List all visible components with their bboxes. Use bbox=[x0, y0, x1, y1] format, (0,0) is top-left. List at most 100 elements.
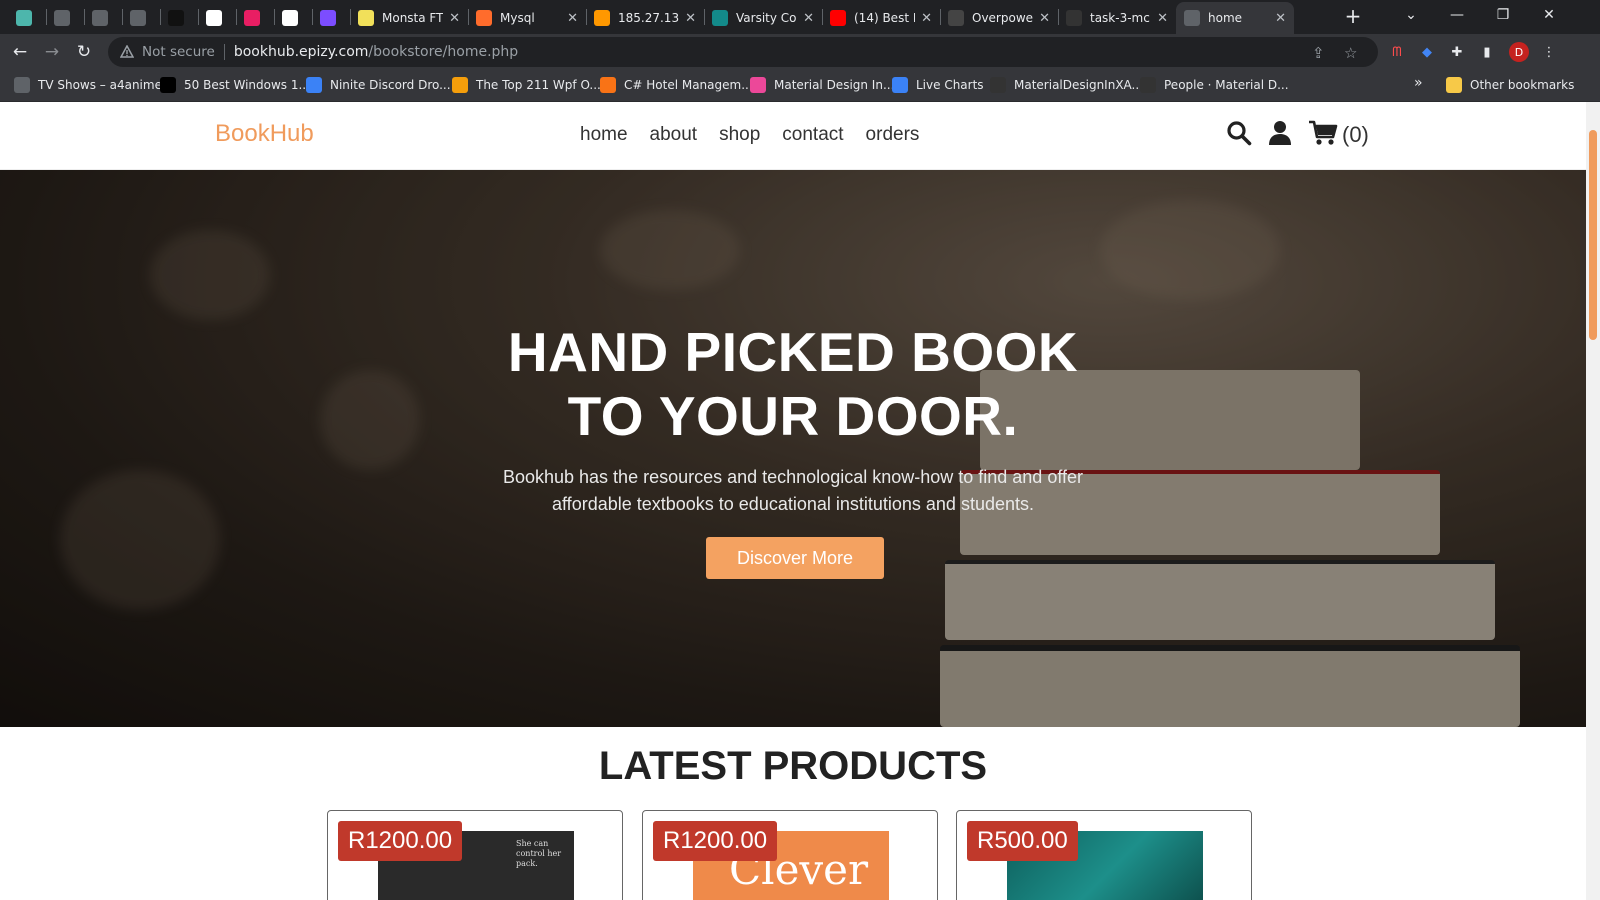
product-card[interactable]: R500.00 bbox=[956, 810, 1252, 900]
browser-tab[interactable] bbox=[312, 2, 350, 34]
side-panel-icon[interactable]: ▮ bbox=[1476, 41, 1498, 63]
close-window-button[interactable]: ✕ bbox=[1526, 0, 1572, 30]
bookmark-label: 50 Best Windows 1... bbox=[184, 78, 310, 92]
product-card[interactable]: She can control her pack. R1200.00 bbox=[327, 810, 623, 900]
close-tab-icon[interactable]: ✕ bbox=[1039, 11, 1050, 26]
scrollbar-thumb[interactable] bbox=[1589, 130, 1597, 340]
nav-about[interactable]: about bbox=[650, 124, 698, 146]
close-tab-icon[interactable]: ✕ bbox=[567, 11, 578, 26]
page-scrollbar[interactable] bbox=[1586, 102, 1600, 900]
minimize-button[interactable]: — bbox=[1434, 0, 1480, 30]
puzzle-extensions-icon[interactable]: ✚ bbox=[1446, 41, 1468, 63]
nav-orders[interactable]: orders bbox=[866, 124, 920, 146]
bookmark-label: C# Hotel Managem... bbox=[624, 78, 753, 92]
bookmark-item[interactable]: Ninite Discord Dro... bbox=[306, 77, 451, 93]
back-button[interactable]: ← bbox=[8, 40, 32, 64]
new-tab-button[interactable]: + bbox=[1340, 4, 1366, 28]
menu-kebab-icon[interactable]: ⋮ bbox=[1538, 41, 1560, 63]
price-badge: R1200.00 bbox=[338, 821, 463, 861]
forward-button[interactable]: → bbox=[40, 40, 64, 64]
browser-tab[interactable] bbox=[8, 2, 46, 34]
browser-toolbar: ← → ↻ Not secure bookhub.epizy.com/books… bbox=[0, 34, 1600, 70]
bookmark-item[interactable]: The Top 211 Wpf O... bbox=[452, 77, 601, 93]
s-icon bbox=[712, 10, 728, 26]
hero-description: Bookhub has the resources and technologi… bbox=[502, 467, 1084, 514]
close-tab-icon[interactable]: ✕ bbox=[449, 11, 460, 26]
discover-more-button[interactable]: Discover More bbox=[706, 537, 884, 579]
dark-logo-icon bbox=[168, 10, 184, 26]
s-icon bbox=[16, 10, 32, 26]
profile-avatar[interactable]: D bbox=[1509, 42, 1529, 62]
product-card[interactable]: Clever R1200.00 bbox=[642, 810, 938, 900]
tab-title: Overpowe bbox=[972, 11, 1034, 25]
tab-title: Varsity Col bbox=[736, 11, 798, 25]
nav-contact[interactable]: contact bbox=[782, 124, 843, 146]
user-icon[interactable] bbox=[1268, 120, 1292, 150]
nav-home[interactable]: home bbox=[580, 124, 628, 146]
browser-tab[interactable]: Varsity Col ✕ bbox=[704, 2, 822, 34]
bookmark-item[interactable]: C# Hotel Managem... bbox=[600, 77, 753, 93]
hero-title-line1: HAND PICKED BOOK bbox=[507, 321, 1079, 383]
bookmark-item[interactable]: 50 Best Windows 1... bbox=[160, 77, 310, 93]
browser-tab[interactable]: Monsta FTP ✕ bbox=[350, 2, 468, 34]
other-bookmarks-label: Other bookmarks bbox=[1470, 78, 1575, 92]
drop-icon bbox=[306, 77, 322, 93]
gear-icon bbox=[14, 77, 30, 93]
folder-icon bbox=[1446, 77, 1462, 93]
youtube-icon bbox=[830, 10, 846, 26]
other-bookmarks-folder[interactable]: Other bookmarks bbox=[1446, 77, 1574, 93]
browser-tab[interactable] bbox=[84, 2, 122, 34]
bookmark-item[interactable]: People · Material D... bbox=[1140, 77, 1289, 93]
browser-tab[interactable] bbox=[160, 2, 198, 34]
browser-tab[interactable]: Overpowe ✕ bbox=[940, 2, 1058, 34]
search-icon[interactable] bbox=[1226, 120, 1252, 150]
cart-count: (0) bbox=[1342, 122, 1369, 147]
browser-tab[interactable]: home ✕ bbox=[1176, 2, 1294, 34]
reload-button[interactable]: ↻ bbox=[72, 40, 96, 64]
m-logo-icon bbox=[244, 10, 260, 26]
bookmark-star-icon[interactable]: ☆ bbox=[1344, 44, 1357, 62]
close-tab-icon[interactable]: ✕ bbox=[921, 11, 932, 26]
browser-tab[interactable] bbox=[122, 2, 160, 34]
browser-tab[interactable] bbox=[46, 2, 84, 34]
bookmark-item[interactable]: Material Design In... bbox=[750, 77, 894, 93]
browser-tab[interactable] bbox=[274, 2, 312, 34]
bookmark-item[interactable]: Live Charts bbox=[892, 77, 984, 93]
close-tab-icon[interactable]: ✕ bbox=[1157, 11, 1168, 26]
cart-button[interactable]: (0) bbox=[1308, 120, 1369, 150]
price-badge: R1200.00 bbox=[653, 821, 778, 861]
bookmarks-overflow-button[interactable]: » bbox=[1414, 75, 1423, 91]
c-icon bbox=[600, 77, 616, 93]
browser-tab[interactable] bbox=[198, 2, 236, 34]
close-tab-icon[interactable]: ✕ bbox=[1275, 11, 1286, 26]
warning-icon[interactable] bbox=[120, 45, 134, 59]
browser-tab[interactable]: (14) Best M ✕ bbox=[822, 2, 940, 34]
tab-title: (14) Best M bbox=[854, 11, 915, 25]
site-logo[interactable]: BookHub bbox=[215, 120, 314, 148]
close-tab-icon[interactable]: ✕ bbox=[685, 11, 696, 26]
browser-tab[interactable] bbox=[236, 2, 274, 34]
security-label[interactable]: Not secure bbox=[142, 44, 215, 60]
mega-extension-icon[interactable]: ᗰ bbox=[1386, 41, 1408, 63]
bb-icon bbox=[160, 77, 176, 93]
bookmark-item[interactable]: TV Shows – a4anime bbox=[14, 77, 162, 93]
hero-title-line2: TO YOUR DOOR. bbox=[567, 385, 1019, 447]
bookmark-item[interactable]: MaterialDesignInXA... bbox=[990, 77, 1143, 93]
browser-tab[interactable]: Mysql ✕ bbox=[468, 2, 586, 34]
github-icon bbox=[990, 77, 1006, 93]
browser-tab[interactable]: 185.27.134 ✕ bbox=[586, 2, 704, 34]
bookmark-label: The Top 211 Wpf O... bbox=[476, 78, 601, 92]
extension-icon[interactable]: ◆ bbox=[1416, 41, 1438, 63]
address-bar[interactable]: Not secure bookhub.epizy.com/bookstore/h… bbox=[108, 37, 1378, 67]
chart-icon bbox=[892, 77, 908, 93]
close-tab-icon[interactable]: ✕ bbox=[803, 11, 814, 26]
nav-shop[interactable]: shop bbox=[719, 124, 760, 146]
tab-search-icon[interactable]: ⌄ bbox=[1388, 0, 1434, 30]
browser-tab-strip: Monsta FTP ✕ Mysql ✕ 185.27.134 ✕ Varsity Col ✕… bbox=[0, 0, 1600, 34]
stack-icon bbox=[750, 77, 766, 93]
restore-button[interactable]: ❐ bbox=[1480, 0, 1526, 30]
bookmarks-bar: TV Shows – a4anime 50 Best Windows 1... Ni… bbox=[0, 70, 1600, 102]
share-icon[interactable]: ⇪ bbox=[1312, 44, 1325, 62]
url-host: bookhub.epizy.com bbox=[233, 44, 369, 60]
browser-tab[interactable]: task-3-mcl ✕ bbox=[1058, 2, 1176, 34]
